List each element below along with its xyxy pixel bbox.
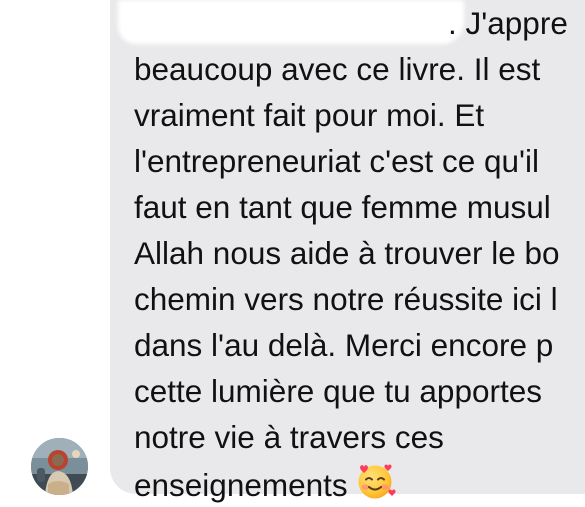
avatar-image — [31, 438, 88, 495]
message-line: dans l'au delà. Merci encore p — [134, 327, 554, 363]
message-line: chemin vers notre réussite ici l — [134, 281, 558, 317]
message-line: notre vie à travers ces — [134, 419, 444, 455]
message-line: faut en tant que femme musul — [134, 189, 551, 225]
message-line: vraiment fait pour moi. Et — [134, 97, 485, 133]
message-line: cette lumière que tu apportes — [134, 373, 542, 409]
smiling-face-with-hearts-icon — [354, 460, 396, 507]
avatar[interactable] — [31, 438, 88, 495]
message-line-last: enseignements — [134, 460, 585, 506]
message-line: beaucoup avec ce livre. Il est — [134, 51, 541, 87]
message-line: l'entrepreneuriat c'est ce qu'il — [134, 143, 540, 179]
message-line: Allah nous aide à trouver le bo — [134, 235, 560, 271]
message-text: . J'appre beaucoup avec ce livre. Il est… — [134, 0, 585, 506]
message-line: . J'appre — [448, 5, 568, 41]
message-line-text: enseignements — [134, 467, 348, 503]
conversation-view: . J'appre beaucoup avec ce livre. Il est… — [0, 0, 585, 507]
